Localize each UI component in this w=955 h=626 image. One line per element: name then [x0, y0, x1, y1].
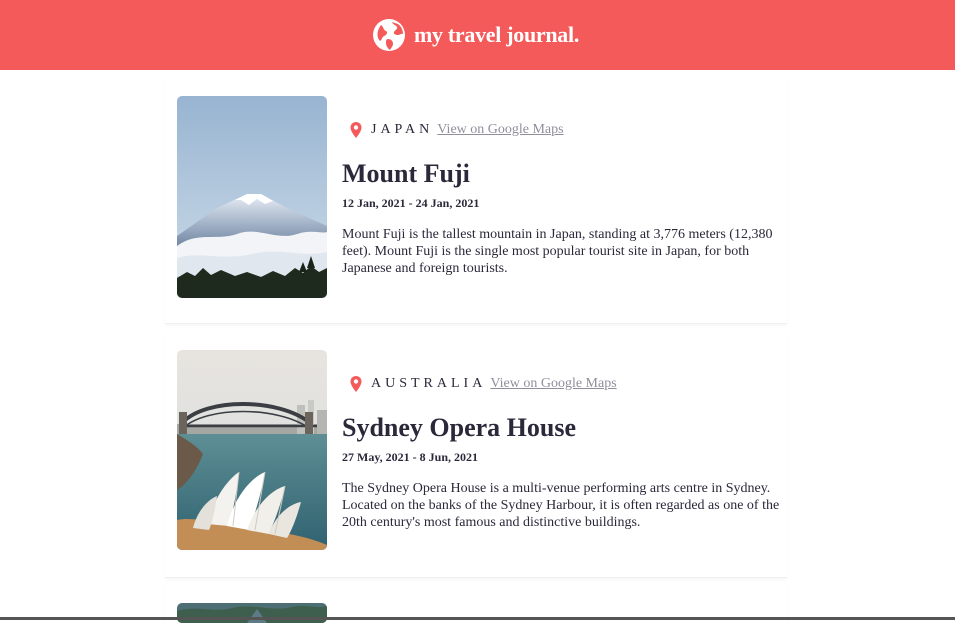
- mount-fuji-photo: [177, 96, 327, 298]
- location-row: JAPAN View on Google Maps: [342, 120, 787, 140]
- country-label: JAPAN: [371, 122, 434, 137]
- google-maps-link[interactable]: View on Google Maps: [437, 122, 563, 138]
- entry-info: AUSTRALIA View on Google Maps Sydney Ope…: [342, 374, 787, 531]
- entry-description: The Sydney Opera House is a multi-venue …: [342, 481, 780, 530]
- entry-title: Sydney Opera House: [342, 413, 577, 442]
- journal-entry: [165, 586, 787, 626]
- globe-icon: [372, 18, 406, 52]
- entry-description: Mount Fuji is the tallest mountain in Ja…: [342, 227, 773, 276]
- journal-entry: JAPAN View on Google Maps Mount Fuji 12 …: [165, 78, 787, 324]
- location-pin-icon: [349, 121, 363, 139]
- location-pin-icon: [349, 375, 363, 393]
- location-row: AUSTRALIA View on Google Maps: [342, 374, 787, 394]
- brand: my travel journal.: [372, 18, 579, 52]
- entry-photo: [177, 603, 327, 623]
- entry-dates: 12 Jan, 2021 - 24 Jan, 2021: [342, 196, 480, 210]
- country-label: AUSTRALIA: [371, 376, 487, 391]
- sydney-opera-house-photo: [177, 350, 327, 550]
- journal-entry: AUSTRALIA View on Google Maps Sydney Ope…: [165, 332, 787, 578]
- app-title: my travel journal.: [413, 22, 580, 47]
- app-header: my travel journal.: [0, 0, 955, 70]
- entry-info: JAPAN View on Google Maps Mount Fuji 12 …: [342, 120, 787, 277]
- entry-dates: 27 May, 2021 - 8 Jun, 2021: [342, 450, 479, 464]
- entry-title: Mount Fuji: [342, 159, 470, 188]
- google-maps-link[interactable]: View on Google Maps: [490, 376, 616, 392]
